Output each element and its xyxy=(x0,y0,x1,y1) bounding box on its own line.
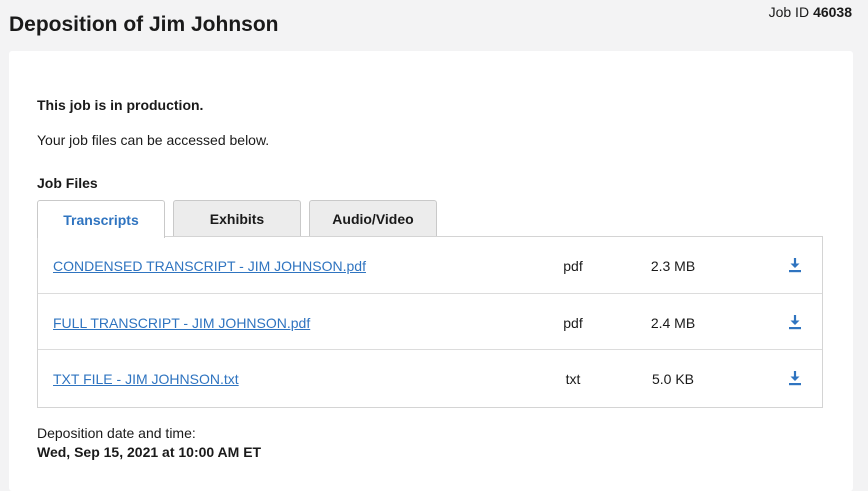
deposition-date-value: Wed, Sep 15, 2021 at 10:00 AM ET xyxy=(37,444,262,460)
download-icon[interactable] xyxy=(786,313,804,331)
file-size: 2.4 MB xyxy=(650,314,696,331)
tab-transcripts[interactable]: Transcripts xyxy=(37,200,165,238)
job-card: This job is in production. Your job file… xyxy=(9,51,853,491)
table-row: FULL TRANSCRIPT - JIM JOHNSON.pdf pdf 2.… xyxy=(38,294,822,350)
status-heading: This job is in production. xyxy=(37,97,204,113)
tab-audio-video[interactable]: Audio/Video xyxy=(309,200,437,237)
file-link[interactable]: FULL TRANSCRIPT - JIM JOHNSON.pdf xyxy=(53,315,310,331)
file-size: 2.3 MB xyxy=(650,258,696,274)
file-type: txt xyxy=(565,371,581,387)
job-id-value: 46038 xyxy=(813,4,852,20)
file-table: CONDENSED TRANSCRIPT - JIM JOHNSON.pdf p… xyxy=(37,236,823,408)
file-type: pdf xyxy=(563,314,583,331)
download-icon[interactable] xyxy=(786,256,804,274)
file-tabs: Transcripts Exhibits Audio/Video xyxy=(37,200,445,238)
download-icon[interactable] xyxy=(786,369,804,387)
file-link[interactable]: CONDENSED TRANSCRIPT - JIM JOHNSON.pdf xyxy=(53,258,366,274)
deposition-date-label: Deposition date and time: xyxy=(37,425,196,441)
file-size: 5.0 KB xyxy=(651,371,695,387)
file-link[interactable]: TXT FILE - JIM JOHNSON.txt xyxy=(53,371,239,387)
file-type: pdf xyxy=(563,258,583,274)
table-row: CONDENSED TRANSCRIPT - JIM JOHNSON.pdf p… xyxy=(38,237,822,294)
table-row: TXT FILE - JIM JOHNSON.txt txt 5.0 KB xyxy=(38,350,822,407)
job-id: Job ID 46038 xyxy=(769,4,852,20)
job-files-heading: Job Files xyxy=(37,175,98,191)
tab-exhibits[interactable]: Exhibits xyxy=(173,200,301,237)
status-message: Your job files can be accessed below. xyxy=(37,132,270,148)
page-title: Deposition of Jim Johnson xyxy=(9,13,279,36)
job-id-label: Job ID xyxy=(768,4,810,20)
